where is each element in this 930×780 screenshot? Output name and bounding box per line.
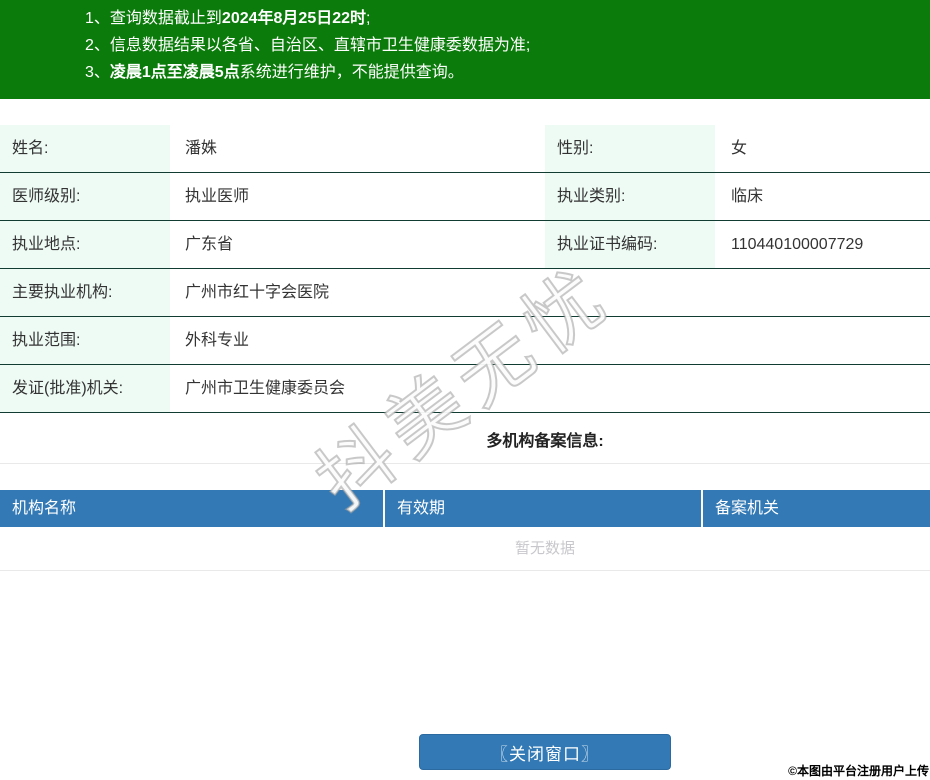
copyright-note: ©本图由平台注册用户上传 — [788, 764, 929, 778]
practitioner-info-table: 姓名: 潘姝 性别: 女 医师级别: 执业医师 执业类别: 临床 执业地点: 广… — [0, 125, 930, 413]
notice-1-suffix: ; — [366, 10, 371, 27]
doctor-level-value: 执业医师 — [185, 188, 250, 205]
info-row-issuing-authority: 发证(批准)机关: 广州市卫生健康委员会 — [0, 365, 930, 413]
gender-label: 性别: — [545, 125, 715, 172]
notice-line-3: 3、凌晨1点至凌晨5点系统进行维护，不能提供查询。 — [85, 59, 930, 86]
gender-value: 女 — [731, 140, 748, 157]
notice-3-suffix: 系统进行维护，不能提供查询。 — [239, 64, 464, 81]
notice-1-bold: 2024年8月25日22时 — [221, 10, 367, 27]
practice-category-label: 执业类别: — [545, 173, 715, 220]
info-row-practice-scope: 执业范围: 外科专业 — [0, 317, 930, 365]
name-value: 潘姝 — [185, 140, 218, 157]
filing-section-title: 多机构备案信息: — [486, 433, 604, 450]
notice-2-text: 信息数据结果以各省、自治区、直辖市卫生健康委数据为准; — [109, 37, 531, 54]
notice-3-number: 3、 — [85, 64, 110, 81]
issuing-authority-value: 广州市卫生健康委员会 — [185, 380, 346, 397]
notice-line-1: 1、查询数据截止到2024年8月25日22时; — [85, 5, 930, 32]
notice-3-bold: 凌晨1点至凌晨5点 — [109, 64, 240, 81]
practice-scope-label: 执业范围: — [0, 317, 170, 364]
page-content: 1、查询数据截止到2024年8月25日22时; 2、信息数据结果以各省、自治区、… — [0, 0, 930, 770]
practice-location-value: 广东省 — [185, 236, 234, 253]
info-row-level-category: 医师级别: 执业医师 执业类别: 临床 — [0, 173, 930, 221]
main-institution-label: 主要执业机构: — [0, 269, 170, 316]
practice-category-value: 临床 — [731, 188, 764, 205]
notice-banner: 1、查询数据截止到2024年8月25日22时; 2、信息数据结果以各省、自治区、… — [0, 0, 930, 99]
notice-1-number: 1、 — [85, 10, 110, 27]
notice-2-number: 2、 — [85, 37, 110, 54]
info-row-location-certno: 执业地点: 广东省 执业证书编码: 110440100007729 — [0, 221, 930, 269]
certificate-number-label: 执业证书编码: — [545, 221, 715, 268]
filing-section-header: 多机构备案信息: — [0, 413, 930, 464]
query-result-page: 1、查询数据截止到2024年8月25日22时; 2、信息数据结果以各省、自治区、… — [0, 0, 930, 780]
close-window-button[interactable]: 〖关闭窗口〗 — [419, 734, 671, 770]
practice-location-label: 执业地点: — [0, 221, 170, 268]
certificate-number-value: 110440100007729 — [731, 236, 864, 253]
empty-data-message: 暂无数据 — [0, 527, 930, 571]
main-institution-value: 广州市红十字会医院 — [185, 284, 330, 301]
info-row-main-institution: 主要执业机构: 广州市红十字会医院 — [0, 269, 930, 317]
doctor-level-label: 医师级别: — [0, 173, 170, 220]
notice-1-text: 查询数据截止到 — [109, 10, 222, 27]
filing-table: 机构名称 有效期 备案机关 暂无数据 — [0, 490, 930, 571]
info-row-name-gender: 姓名: 潘姝 性别: 女 — [0, 125, 930, 173]
practice-scope-value: 外科专业 — [185, 332, 250, 349]
column-header-filing-authority: 备案机关 — [715, 500, 780, 517]
column-header-validity-period: 有效期 — [385, 490, 703, 527]
issuing-authority-label: 发证(批准)机关: — [0, 365, 170, 412]
filing-table-header: 机构名称 有效期 备案机关 — [0, 490, 930, 527]
notice-line-2: 2、信息数据结果以各省、自治区、直辖市卫生健康委数据为准; — [85, 32, 930, 59]
column-header-institution-name: 机构名称 — [0, 490, 385, 527]
name-label: 姓名: — [0, 125, 170, 172]
